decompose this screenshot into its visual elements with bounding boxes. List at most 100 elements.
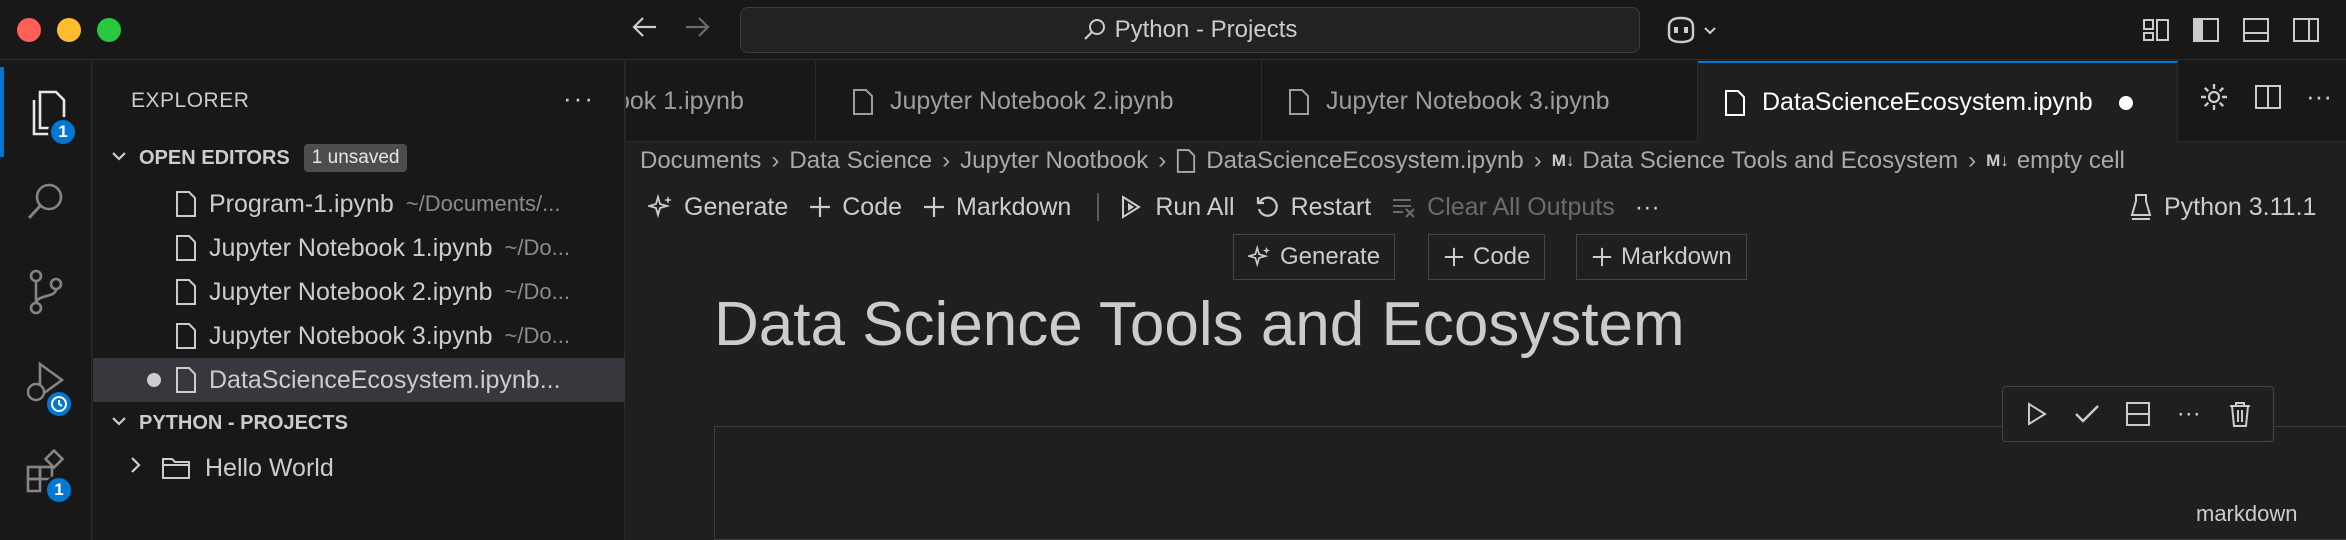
markdown-icon: M↓ [1551,151,1575,170]
add-code-cell-button[interactable]: Code [808,193,902,222]
breadcrumb-item[interactable]: Data Science [789,147,932,175]
folder-item[interactable]: Hello World [93,446,625,490]
restart-button[interactable]: Restart [1255,193,1371,222]
insert-markdown-button[interactable]: Markdown [1576,234,1747,280]
file-icon [176,191,196,217]
toolbar-more-button[interactable]: ··· [1635,193,1660,222]
tab-label: Jupyter Notebook 2.ipynb [890,87,1174,115]
file-icon [176,367,196,393]
back-arrow-icon[interactable] [627,12,663,48]
chevron-right-icon [127,455,149,481]
file-name: DataScienceEcosystem.ipynb... [209,365,561,394]
sparkle-icon [648,194,672,219]
breadcrumb-item[interactable]: empty cell [2017,147,2125,175]
breadcrumb-item[interactable]: DataScienceEcosystem.ipynb [1206,147,1523,175]
folder-name: Hello World [205,453,334,482]
clear-outputs-icon [1393,199,1415,218]
search-activity[interactable] [0,157,92,247]
file-name: Program-1.ipynb [209,189,394,218]
project-label: PYTHON - PROJECTS [139,411,348,434]
editor-area: ook 1.ipynb Jupyter Notebook 2.ipynb Jup… [626,61,2346,540]
open-editor-item[interactable]: Jupyter Notebook 2.ipynb ~/Do... [93,270,625,314]
open-editor-item[interactable]: Program-1.ipynb ~/Documents/... [93,182,625,226]
file-icon [1725,89,1745,116]
file-icon [176,235,196,261]
plus-icon [1592,247,1612,267]
toolbar-divider [1097,193,1100,221]
tab-jupyter-notebook-1[interactable]: ook 1.ipynb [626,61,816,142]
split-editor-icon[interactable] [2252,81,2284,118]
extensions-activity[interactable]: 1 [0,427,92,517]
trash-icon[interactable] [2220,394,2260,434]
close-window-button[interactable] [17,18,41,42]
breadcrumb-item[interactable]: Documents [640,147,761,175]
chevron-down-icon [1704,27,1716,35]
insert-code-button[interactable]: Code [1428,234,1546,280]
split-cell-icon[interactable] [2118,394,2158,434]
explorer-activity[interactable]: 1 [0,67,92,157]
file-icon [176,323,196,349]
add-markdown-cell-button[interactable]: Markdown [922,193,1071,222]
clear-all-outputs-button[interactable]: Clear All Outputs [1391,193,1615,222]
chevron-right-icon: › [1533,147,1542,174]
command-center-text: Python - Projects [1114,16,1298,43]
kernel-picker[interactable]: Python 3.11.1 [2130,181,2316,233]
open-editors-label: OPEN EDITORS [139,146,290,169]
open-editor-item[interactable]: Jupyter Notebook 3.ipynb ~/Do... [93,314,625,358]
cell-language-label[interactable]: markdown [2196,501,2297,527]
customize-layout-icon[interactable] [2140,14,2172,46]
file-path: ~/Do... [504,279,570,304]
generate-button[interactable]: Generate [648,193,788,222]
editor-tabs: ook 1.ipynb Jupyter Notebook 2.ipynb Jup… [626,61,2346,142]
insert-generate-button[interactable]: Generate [1233,234,1396,280]
markdown-cell-editor[interactable] [714,426,2346,540]
file-icon [176,279,196,305]
gear-icon[interactable] [2198,81,2230,118]
plus-icon [924,197,945,217]
tab-datascienceecosystem[interactable]: DataScienceEcosystem.ipynb [1698,61,2178,142]
open-editors-section[interactable]: OPEN EDITORS 1 unsaved [93,138,625,178]
command-center-search[interactable]: Python - Projects [740,7,1640,53]
sidebar-more-button[interactable]: ··· [563,83,595,114]
explorer-badge: 1 [48,117,78,147]
file-icon [1176,149,1196,173]
breadcrumb-item[interactable]: Jupyter Nootbook [960,147,1148,175]
toggle-panel-icon[interactable] [2240,14,2272,46]
run-all-button[interactable]: Run All [1119,193,1235,222]
open-editor-item[interactable]: Jupyter Notebook 1.ipynb ~/Do... [93,226,625,270]
maximize-window-button[interactable] [97,18,121,42]
clock-icon [44,389,74,419]
minimize-window-button[interactable] [57,18,81,42]
file-icon [1289,88,1309,115]
markdown-heading[interactable]: Data Science Tools and Ecosystem [714,289,1685,360]
unsaved-dot-icon[interactable] [2118,95,2133,110]
extensions-badge: 1 [44,475,74,505]
breadcrumb-item[interactable]: Data Science Tools and Ecosystem [1582,147,1958,175]
source-control-icon [29,269,63,315]
run-debug-activity[interactable] [0,337,92,427]
chevron-right-icon: › [1968,147,1977,174]
copilot-menu-button[interactable] [1664,14,1720,46]
checkmark-icon[interactable] [2067,394,2107,434]
chevron-down-icon [99,147,139,170]
toggle-secondary-sidebar-icon[interactable] [2290,14,2322,46]
source-control-activity[interactable] [0,247,92,337]
run-cell-icon[interactable] [2016,394,2056,434]
tab-label: ook 1.ipynb [626,87,744,115]
plus-icon [810,197,831,217]
toggle-primary-sidebar-icon[interactable] [2190,14,2222,46]
run-all-icon [1122,195,1142,219]
activity-bar: 1 1 [0,61,92,540]
chevron-right-icon: › [771,147,780,174]
open-editor-item-active[interactable]: DataScienceEcosystem.ipynb... [93,358,625,402]
tab-jupyter-notebook-3[interactable]: Jupyter Notebook 3.ipynb [1262,61,1698,142]
forward-arrow-icon[interactable] [679,12,715,48]
more-actions-icon[interactable]: ··· [2306,81,2332,118]
title-bar: Python - Projects [0,0,2346,60]
unsaved-badge: 1 unsaved [303,144,408,172]
search-icon [1083,19,1105,40]
file-name: Jupyter Notebook 2.ipynb [209,277,493,306]
cell-more-icon[interactable]: ··· [2169,394,2209,434]
tab-jupyter-notebook-2[interactable]: Jupyter Notebook 2.ipynb [826,61,1262,142]
project-section[interactable]: PYTHON - PROJECTS [93,403,625,443]
